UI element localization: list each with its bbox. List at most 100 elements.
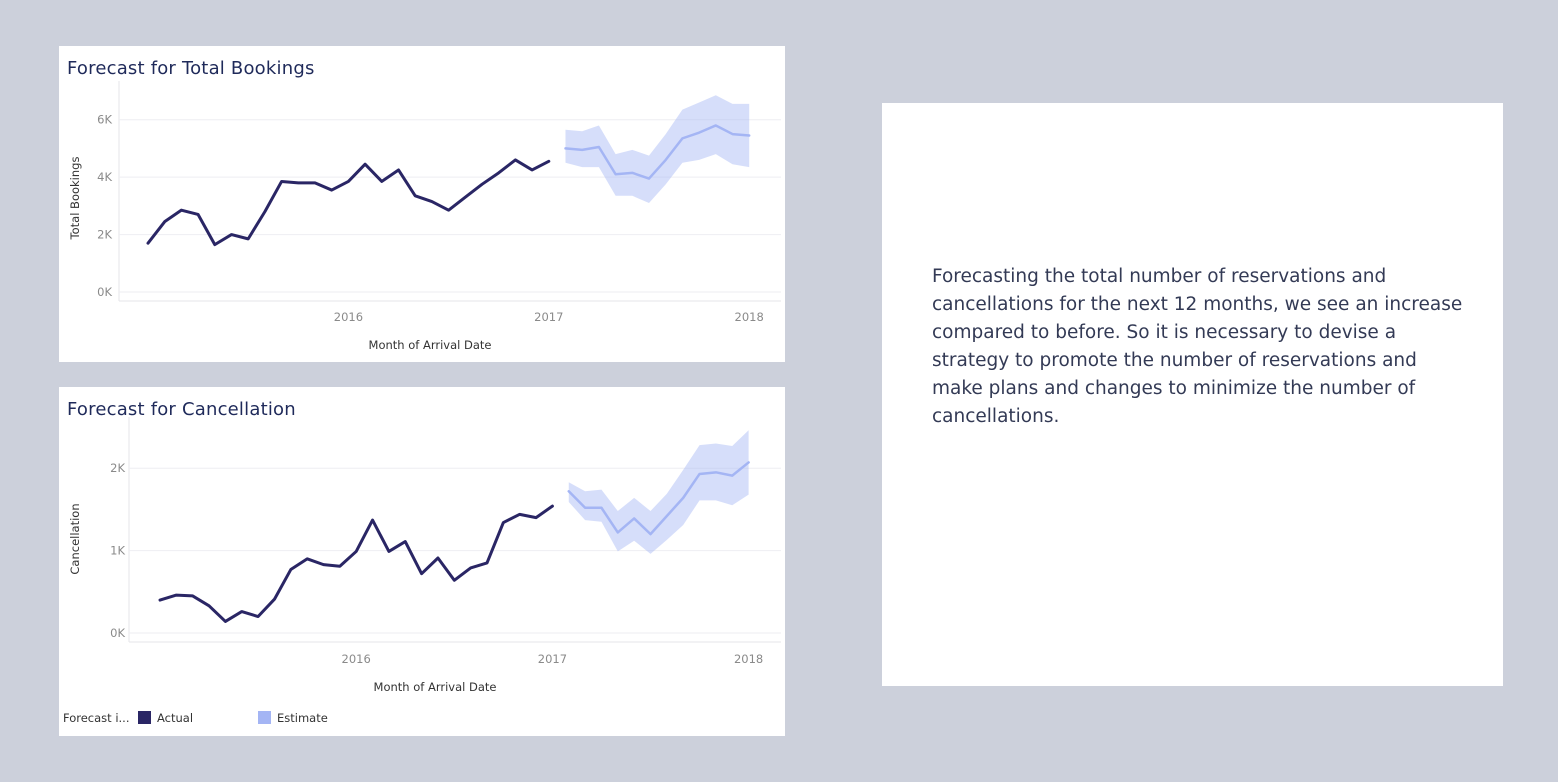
cancellation-chart[interactable]: 0K 1K 2K 2016 2017 2018 Month of Arrival Date C… (59, 387, 785, 705)
actual-data-point[interactable] (462, 194, 468, 200)
estimate-data-point[interactable] (629, 170, 635, 176)
actual-data-point[interactable] (402, 539, 408, 545)
actual-data-point[interactable] (446, 207, 452, 213)
actual-data-point[interactable] (178, 207, 184, 213)
actual-data-point[interactable] (386, 548, 392, 554)
estimate-data-point[interactable] (631, 515, 637, 521)
estimate-data-point[interactable] (579, 147, 585, 153)
y-tick-label: 6K (97, 113, 112, 127)
bookings-forecast-panel: Forecast for Total Bookings 0K 2K 4K 6K 2016… (59, 46, 785, 362)
y-tick-label: 4K (97, 170, 112, 184)
y-axis-title: Cancellation (68, 503, 82, 574)
estimate-confidence-band[interactable] (568, 430, 749, 554)
estimate-data-point[interactable] (663, 157, 669, 163)
actual-series-line[interactable] (158, 504, 554, 623)
actual-data-point[interactable] (533, 515, 539, 521)
estimate-data-point[interactable] (615, 529, 621, 535)
actual-data-point[interactable] (190, 593, 196, 599)
actual-data-point[interactable] (255, 614, 261, 620)
estimate-data-point[interactable] (563, 145, 569, 151)
estimate-data-point[interactable] (713, 469, 719, 475)
x-tick-label: 2018 (735, 310, 764, 324)
x-tick-label: 2017 (534, 310, 563, 324)
actual-data-point[interactable] (239, 609, 245, 615)
actual-data-point[interactable] (396, 167, 402, 173)
actual-data-point[interactable] (362, 161, 368, 167)
actual-data-point[interactable] (279, 178, 285, 184)
actual-data-point[interactable] (157, 597, 163, 603)
actual-data-point[interactable] (451, 577, 457, 583)
x-axis-title: Month of Arrival Date (369, 338, 492, 352)
actual-data-point[interactable] (468, 565, 474, 571)
description-panel: Forecasting the total number of reservat… (882, 103, 1503, 686)
actual-data-point[interactable] (429, 199, 435, 205)
actual-data-point[interactable] (162, 219, 168, 225)
actual-data-point[interactable] (245, 236, 251, 242)
actual-data-point[interactable] (173, 592, 179, 598)
estimate-data-point[interactable] (730, 131, 736, 137)
actual-data-point[interactable] (435, 555, 441, 561)
actual-data-point[interactable] (529, 167, 535, 173)
actual-data-point[interactable] (412, 193, 418, 199)
actual-data-point[interactable] (484, 560, 490, 566)
actual-data-point[interactable] (353, 548, 359, 554)
legend-swatch-actual[interactable] (138, 711, 151, 724)
y-tick-label: 2K (110, 461, 125, 475)
actual-data-point[interactable] (212, 242, 218, 248)
actual-data-point[interactable] (312, 180, 318, 186)
actual-data-point[interactable] (370, 517, 376, 523)
estimate-data-point[interactable] (598, 505, 604, 511)
x-tick-label: 2018 (734, 652, 763, 666)
actual-data-point[interactable] (295, 180, 301, 186)
estimate-data-point[interactable] (646, 176, 652, 182)
estimate-data-point[interactable] (582, 505, 588, 511)
cancellation-forecast-panel: Forecast for Cancellation 0K 1K 2K 2016 2017… (59, 387, 785, 736)
estimate-data-point[interactable] (746, 133, 752, 139)
actual-data-point[interactable] (288, 567, 294, 573)
actual-data-point[interactable] (337, 563, 343, 569)
actual-data-point[interactable] (549, 503, 555, 509)
actual-data-point[interactable] (345, 178, 351, 184)
actual-data-point[interactable] (229, 232, 235, 238)
actual-data-point[interactable] (271, 596, 277, 602)
actual-data-point[interactable] (512, 157, 518, 163)
actual-data-point[interactable] (546, 158, 552, 164)
actual-data-point[interactable] (321, 562, 327, 568)
actual-series-line[interactable] (146, 158, 551, 247)
actual-data-point[interactable] (304, 556, 310, 562)
y-tick-label: 0K (110, 626, 125, 640)
legend-title: Forecast i... (63, 711, 130, 725)
actual-data-point[interactable] (222, 618, 228, 624)
y-tick-label: 2K (97, 228, 112, 242)
actual-data-point[interactable] (419, 571, 425, 577)
estimate-data-point[interactable] (613, 171, 619, 177)
actual-data-point[interactable] (195, 211, 201, 217)
x-axis-title: Month of Arrival Date (374, 680, 497, 694)
actual-data-point[interactable] (517, 511, 523, 517)
estimate-data-point[interactable] (680, 495, 686, 501)
actual-data-point[interactable] (496, 170, 502, 176)
estimate-data-point[interactable] (746, 459, 752, 465)
bookings-chart[interactable]: 0K 2K 4K 6K 2016 2017 2018 Month of Arrival Dat… (59, 46, 785, 362)
actual-data-point[interactable] (479, 181, 485, 187)
estimate-data-point[interactable] (566, 488, 572, 494)
legend-swatch-estimate[interactable] (258, 711, 271, 724)
estimate-data-point[interactable] (664, 513, 670, 519)
actual-data-point[interactable] (500, 520, 506, 526)
description-text: Forecasting the total number of reservat… (932, 266, 1463, 427)
estimate-data-point[interactable] (729, 473, 735, 479)
estimate-data-point[interactable] (696, 130, 702, 136)
estimate-data-point[interactable] (697, 471, 703, 477)
actual-data-point[interactable] (329, 187, 335, 193)
y-axis-title: Total Bookings (68, 157, 82, 241)
estimate-data-point[interactable] (648, 531, 654, 537)
actual-data-point[interactable] (145, 240, 151, 246)
legend-label-actual[interactable]: Actual (157, 711, 193, 725)
estimate-data-point[interactable] (596, 144, 602, 150)
actual-data-point[interactable] (379, 178, 385, 184)
estimate-data-point[interactable] (713, 122, 719, 128)
actual-data-point[interactable] (206, 603, 212, 609)
legend-label-estimate[interactable]: Estimate (277, 711, 328, 725)
actual-data-point[interactable] (262, 209, 268, 215)
estimate-data-point[interactable] (679, 135, 685, 141)
